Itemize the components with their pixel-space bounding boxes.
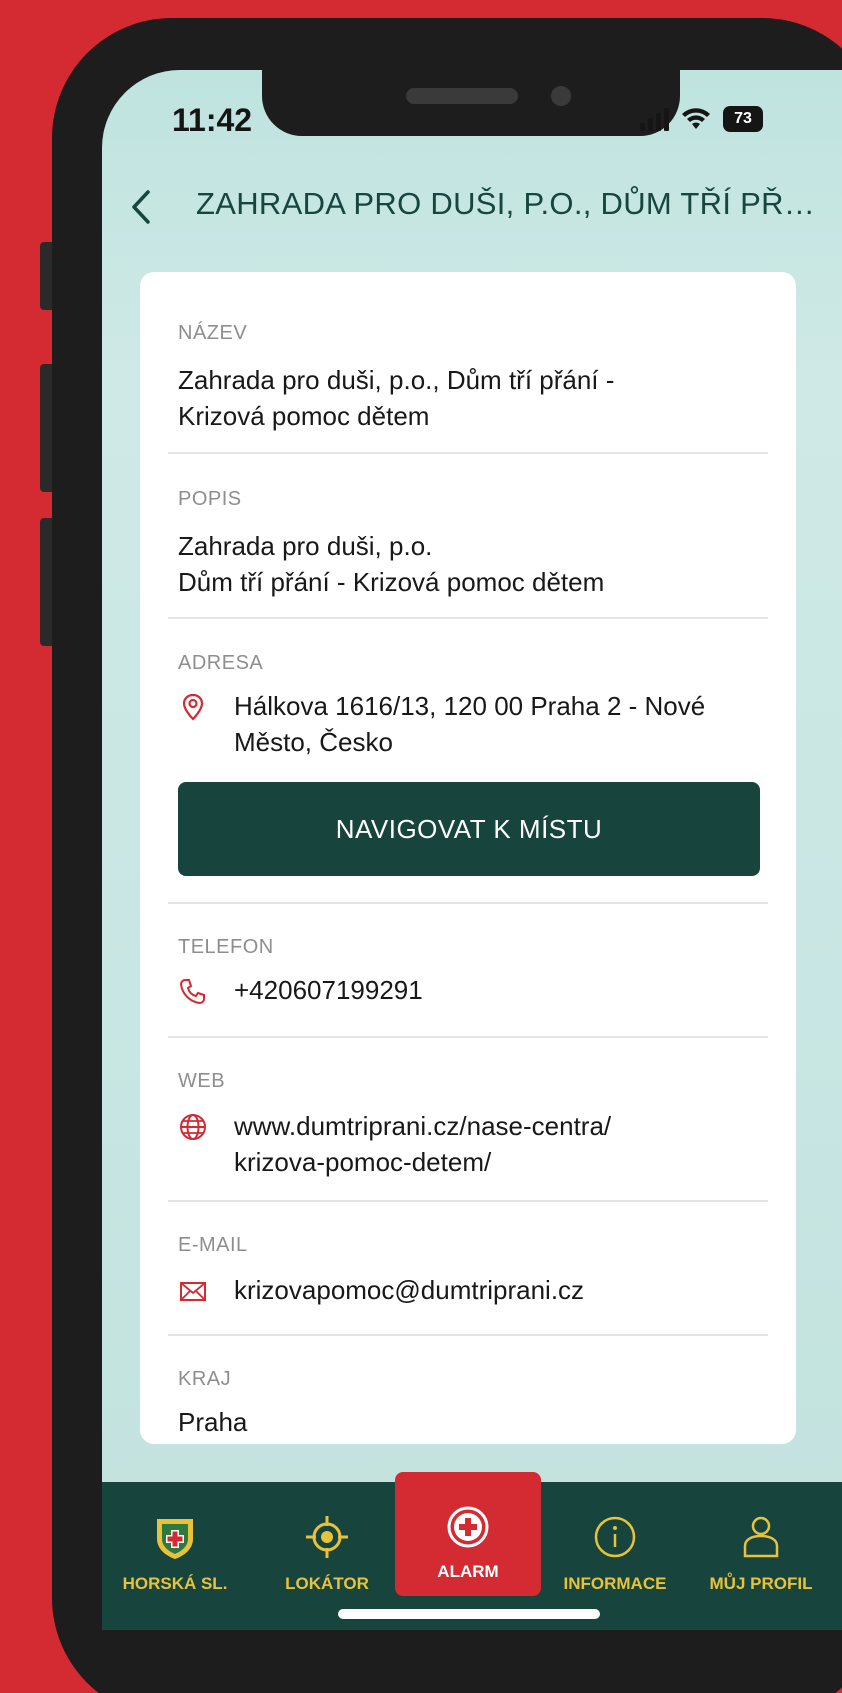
signal-icon (640, 107, 669, 131)
tab-label: LOKÁTOR (285, 1574, 369, 1593)
region-value: Praha (178, 1407, 248, 1437)
volume-up-button (40, 364, 52, 492)
mail-icon (180, 1282, 206, 1301)
divider (168, 1334, 768, 1336)
region-label: KRAJ (178, 1368, 232, 1390)
divider (168, 452, 768, 454)
web-value-line1[interactable]: www.dumtriprani.cz/nase-centra/ (234, 1108, 611, 1144)
tab-my-profile[interactable]: MŮJ PROFIL (694, 1482, 828, 1612)
phone-label: TELEFON (178, 936, 274, 958)
email-label: E-MAIL (178, 1234, 248, 1256)
address-label: ADRESA (178, 652, 264, 674)
address-value-line1[interactable]: Hálkova 1616/13, 120 00 Praha 2 - Nové (234, 688, 705, 724)
name-label: NÁZEV (178, 322, 248, 344)
home-indicator[interactable] (338, 1609, 600, 1619)
description-value-line1: Zahrada pro duši, p.o. (178, 531, 433, 561)
divider (168, 1036, 768, 1038)
location-pin-icon (182, 693, 204, 721)
phone-icon (179, 979, 205, 1005)
tab-information[interactable]: INFORMACE (548, 1482, 682, 1612)
tab-label: ALARM (437, 1562, 499, 1581)
name-value-line1: Zahrada pro duši, p.o., Dům tří přání - (178, 365, 615, 395)
detail-card: NÁZEV Zahrada pro duši, p.o., Dům tří př… (140, 272, 796, 1444)
status-icons: 73 (640, 106, 763, 132)
email-value[interactable]: krizovapomoc@dumtriprani.cz (234, 1272, 584, 1308)
plus-circle-icon (447, 1506, 489, 1548)
battery-icon: 73 (723, 106, 763, 132)
phone-value[interactable]: +420607199291 (234, 972, 423, 1008)
divider (168, 902, 768, 904)
status-time: 11:42 (172, 102, 253, 138)
divider (168, 1200, 768, 1202)
web-value-line2[interactable]: krizova-pomoc-detem/ (234, 1144, 491, 1180)
description-label: POPIS (178, 488, 242, 510)
tab-locator[interactable]: LOKÁTOR (262, 1482, 392, 1612)
front-camera (551, 86, 571, 106)
info-icon (594, 1516, 636, 1558)
page-title: ZAHRADA PRO DUŠI, P.O., DŮM TŘÍ PŘÁ... (196, 186, 816, 221)
globe-icon (180, 1114, 206, 1140)
tab-label: HORSKÁ SL. (122, 1574, 228, 1593)
locator-crosshair-icon (306, 1516, 348, 1558)
wifi-icon (682, 108, 710, 129)
back-chevron-icon[interactable] (126, 186, 156, 228)
profile-icon (743, 1516, 779, 1558)
volume-down-button (40, 518, 52, 646)
tab-label: MŮJ PROFIL (709, 1574, 813, 1593)
tab-alarm[interactable]: ALARM (395, 1472, 541, 1596)
address-value-line2[interactable]: Město, Česko (234, 724, 393, 760)
name-value-line2: Krizová pomoc dětem (178, 401, 430, 431)
divider (168, 617, 768, 619)
speaker (406, 88, 518, 104)
web-label: WEB (178, 1070, 226, 1092)
navigate-button[interactable]: NAVIGOVAT K MÍSTU (178, 782, 760, 876)
description-value-line2: Dům tří přání - Krizová pomoc dětem (178, 567, 605, 597)
mountain-rescue-badge-icon (157, 1519, 193, 1559)
side-button (40, 242, 52, 310)
tab-mountain-rescue[interactable]: HORSKÁ SL. (110, 1482, 240, 1612)
tab-label: INFORMACE (563, 1574, 667, 1593)
